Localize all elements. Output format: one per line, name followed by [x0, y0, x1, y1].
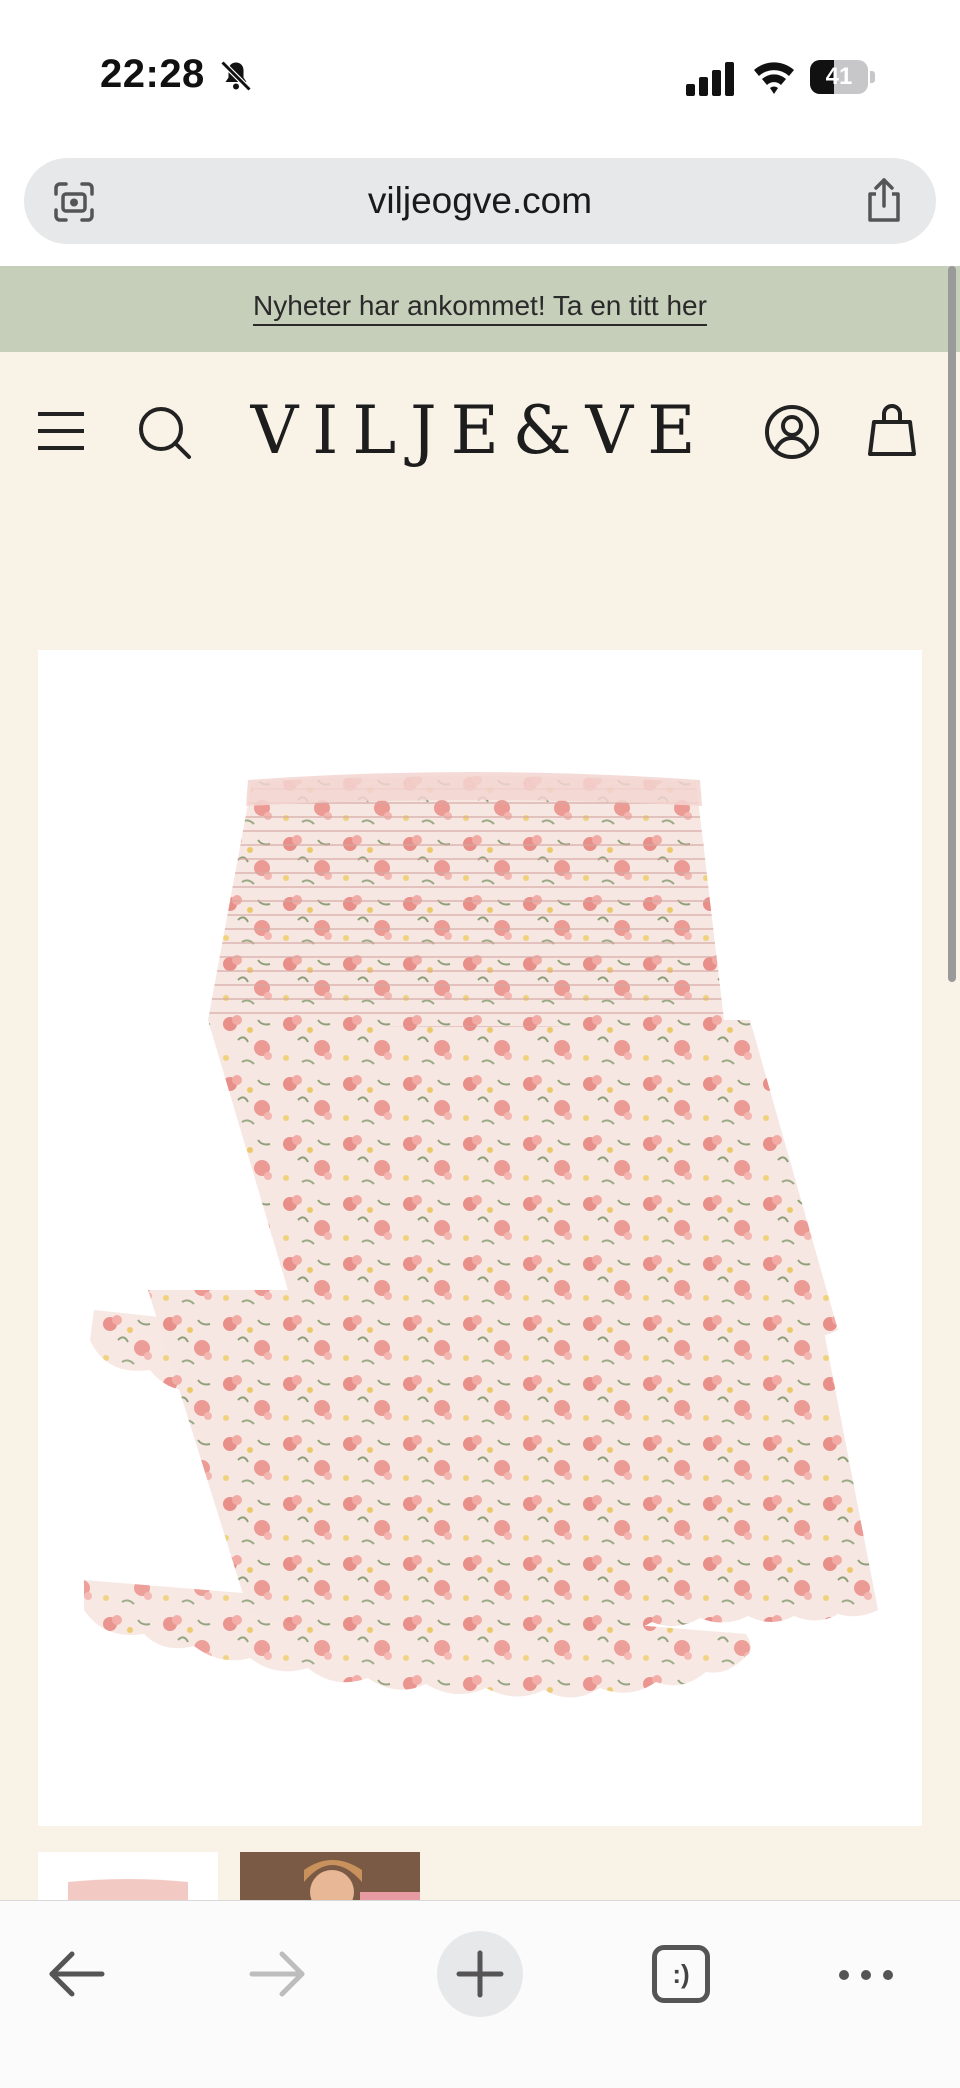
- url-text[interactable]: viljeogve.com: [24, 158, 936, 244]
- wifi-icon: [754, 62, 794, 94]
- product-thumbnail[interactable]: [240, 1852, 420, 1900]
- battery-indicator: 41: [810, 60, 876, 94]
- announcement-link[interactable]: Nyheter har ankommet! Ta en titt her: [253, 290, 707, 326]
- shopping-bag-icon[interactable]: [866, 402, 918, 458]
- more-dots-icon[interactable]: [836, 1957, 896, 1993]
- tab-switcher-button[interactable]: :): [652, 1945, 710, 2003]
- status-bar: 22:28 41: [0, 0, 960, 150]
- browser-toolbar: :): [0, 1900, 960, 2088]
- site-header: VILJE&VE: [0, 352, 960, 522]
- site-logo[interactable]: VILJE&VE: [250, 392, 710, 469]
- status-time: 22:28: [100, 52, 205, 96]
- web-page: Nyheter har ankommet! Ta en titt her VIL…: [0, 266, 960, 1900]
- cellular-signal-icon: [686, 62, 734, 96]
- battery-percent: 41: [825, 63, 853, 90]
- share-icon[interactable]: [862, 176, 906, 224]
- announcement-bar: Nyheter har ankommet! Ta en titt her: [0, 266, 960, 352]
- bell-slash-icon: [220, 60, 252, 92]
- back-arrow-icon[interactable]: [46, 1949, 106, 1999]
- account-icon[interactable]: [764, 404, 820, 460]
- product-skirt-illustration: [84, 772, 878, 1698]
- address-bar[interactable]: viljeogve.com: [24, 158, 936, 244]
- product-thumbnail[interactable]: [38, 1852, 218, 1900]
- product-image[interactable]: [38, 650, 922, 1826]
- new-tab-button[interactable]: [437, 1931, 523, 2017]
- search-icon[interactable]: [136, 404, 192, 460]
- plus-icon: [456, 1950, 504, 1998]
- hamburger-menu-icon[interactable]: [36, 408, 86, 454]
- forward-arrow-icon[interactable]: [248, 1949, 308, 1999]
